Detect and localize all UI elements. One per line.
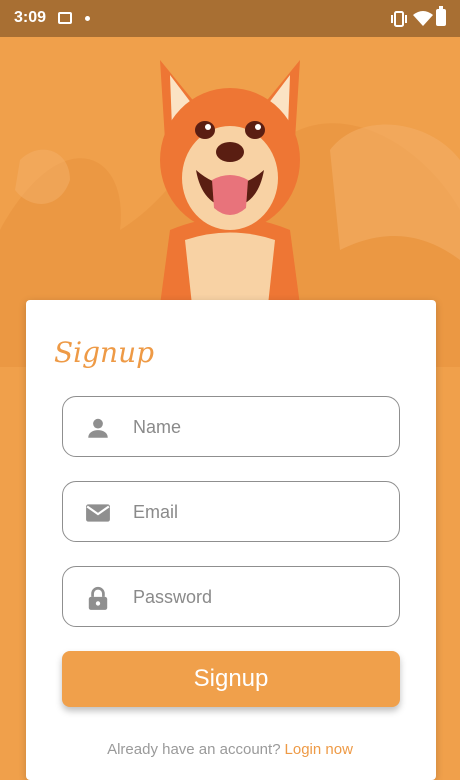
- login-prompt: Already have an account? Login now: [0, 741, 460, 758]
- mail-icon: [86, 504, 110, 522]
- battery-icon: [436, 6, 446, 26]
- status-time: 3:09: [14, 9, 47, 26]
- wifi-icon: [413, 11, 433, 26]
- email-field[interactable]: [62, 481, 400, 542]
- name-input[interactable]: [131, 397, 385, 457]
- password-field[interactable]: [62, 566, 400, 627]
- lock-icon: [88, 586, 108, 610]
- password-input[interactable]: [131, 567, 385, 627]
- status-bar: 3:09: [0, 0, 460, 37]
- vibrate-icon: [391, 11, 407, 27]
- image-icon: [58, 12, 72, 24]
- login-now-link[interactable]: Login now: [285, 741, 353, 758]
- login-prompt-text: Already have an account?: [107, 741, 281, 758]
- name-field[interactable]: [62, 396, 400, 457]
- form-title: Signup: [54, 336, 155, 369]
- notification-dot-icon: [85, 16, 90, 21]
- signup-button[interactable]: Signup: [62, 651, 400, 707]
- email-input[interactable]: [131, 482, 385, 542]
- person-icon: [88, 418, 108, 438]
